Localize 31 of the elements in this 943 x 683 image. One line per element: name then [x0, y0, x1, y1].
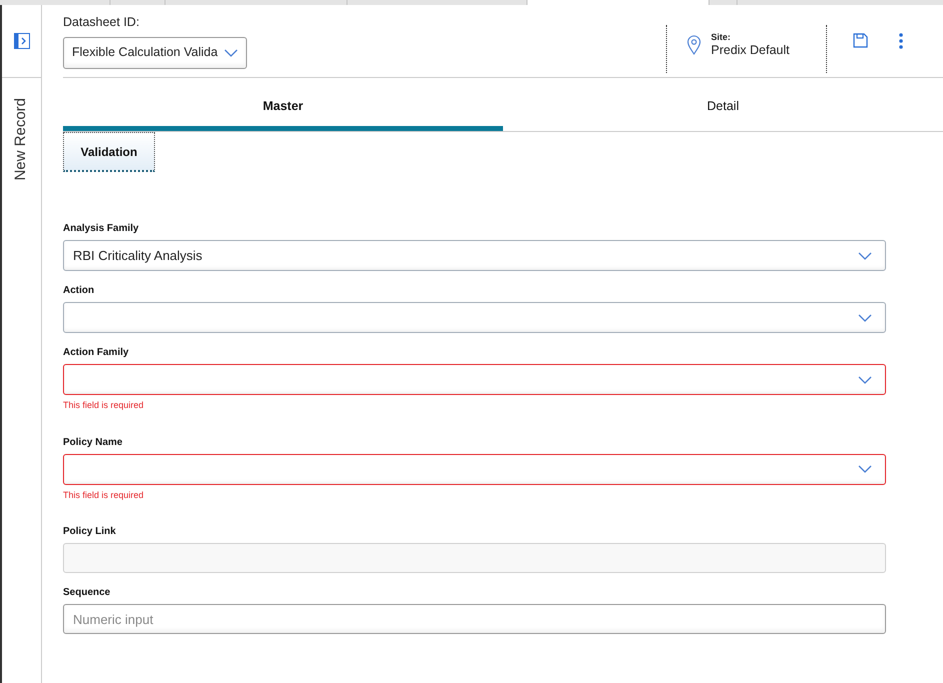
- tab[interactable]: Detail: [503, 94, 943, 131]
- dropdown-field[interactable]: [63, 302, 886, 333]
- datasheet-dropdown[interactable]: Flexible Calculation Valida: [63, 36, 247, 69]
- chevron-down-icon: [858, 314, 872, 322]
- dropdown-field[interactable]: RBI Criticality Analysis: [63, 240, 886, 271]
- more-options-icon[interactable]: [899, 33, 903, 49]
- datasheet-label: Datasheet ID:: [63, 14, 140, 31]
- input-field[interactable]: Numeric input: [63, 604, 886, 634]
- sidebar-label[interactable]: New Record: [10, 98, 33, 181]
- field-label: Action: [63, 285, 96, 297]
- chevron-down-icon: [858, 252, 872, 260]
- field-label: Analysis Family: [63, 223, 140, 235]
- error-message: This field is required: [63, 488, 145, 502]
- field-label: Policy Name: [63, 436, 124, 448]
- field-label: Sequence: [63, 587, 112, 599]
- location-pin-icon: [687, 35, 701, 55]
- chevron-down-icon: [858, 465, 872, 473]
- field-label: Action Family: [63, 347, 130, 359]
- dropdown-value: Flexible Calculation Valida: [72, 44, 218, 62]
- error-message: This field is required: [63, 399, 145, 412]
- field-label: Policy Link: [63, 526, 117, 538]
- dropdown-field[interactable]: [63, 454, 886, 484]
- dropdown-field[interactable]: [63, 364, 886, 395]
- save-icon[interactable]: [853, 33, 868, 48]
- chevron-down-icon: [224, 48, 238, 57]
- chevron-down-icon: [858, 376, 872, 384]
- site-value: Predix Default: [711, 42, 790, 58]
- expand-panel-icon[interactable]: [14, 33, 30, 49]
- dropdown-value: RBI Criticality Analysis: [73, 246, 202, 265]
- site-label: Site:: [711, 32, 732, 43]
- subtab[interactable]: Validation: [63, 132, 155, 172]
